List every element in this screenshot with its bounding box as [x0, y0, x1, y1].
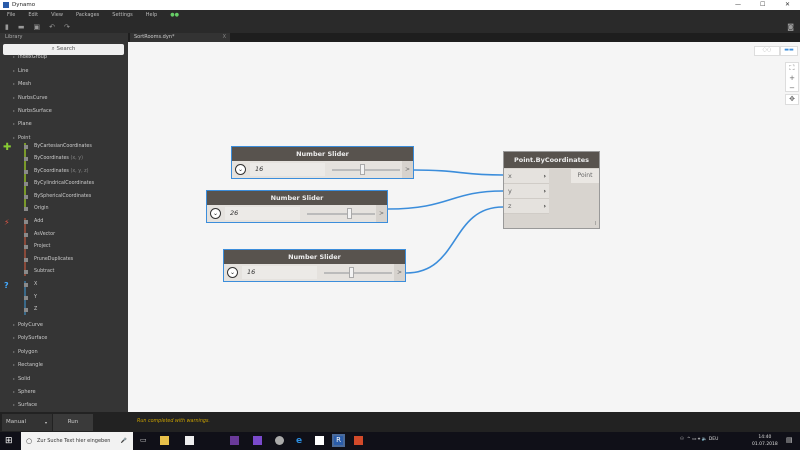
zoom-out-icon[interactable]: −	[786, 83, 798, 93]
expand-chevron-icon[interactable]: ⌄	[235, 164, 246, 175]
zoom-controls: ⛶+−	[785, 62, 799, 92]
clock[interactable]: 14:4001.07.2018	[752, 434, 778, 448]
windows-start-icon[interactable]: ⊞	[5, 436, 13, 446]
edge-icon[interactable]: e	[296, 436, 305, 445]
slider-track[interactable]	[307, 213, 375, 215]
language-indicator[interactable]: DEU	[709, 437, 719, 442]
file-explorer-icon[interactable]	[160, 436, 169, 445]
pan-icon[interactable]: ✥	[785, 94, 799, 105]
app-icon[interactable]	[230, 436, 239, 445]
input-port-y[interactable]: y›	[504, 184, 549, 199]
output-port[interactable]: >	[402, 161, 413, 178]
fit-view-icon[interactable]: ⛶	[786, 63, 798, 73]
notifications-icon[interactable]: ▤	[786, 436, 793, 444]
wire-y	[388, 191, 503, 209]
lacing-indicator: l	[595, 221, 596, 227]
output-port[interactable]: >	[376, 205, 387, 222]
visual-studio-icon[interactable]	[253, 436, 262, 445]
wire-x	[414, 170, 503, 175]
output-port[interactable]: >	[394, 264, 405, 281]
slider-value[interactable]: 16	[242, 266, 317, 279]
input-port-x[interactable]: x›	[504, 169, 549, 184]
node-title: Number Slider	[207, 191, 387, 205]
node-title: Number Slider	[224, 250, 405, 264]
run-button[interactable]: Run	[53, 414, 93, 431]
number-slider-node[interactable]: Number Slider ⌄ 26 >	[206, 190, 388, 223]
expand-chevron-icon[interactable]: ⌄	[210, 208, 221, 219]
input-port-z[interactable]: z›	[504, 199, 549, 214]
number-slider-node[interactable]: Number Slider ⌄ 16 >	[231, 146, 414, 179]
graph-view-toggle[interactable]: ▬▬	[780, 46, 798, 56]
wires	[0, 0, 800, 450]
app-icon[interactable]	[275, 436, 284, 445]
slider-value[interactable]: 16	[250, 163, 325, 176]
expand-chevron-icon[interactable]: ⌄	[227, 267, 238, 278]
powerpoint-icon[interactable]	[354, 436, 363, 445]
task-view-icon[interactable]: ▭	[140, 436, 149, 445]
run-bar	[0, 412, 800, 432]
slider-thumb[interactable]	[349, 267, 354, 278]
slider-thumb[interactable]	[347, 208, 352, 219]
slider-value[interactable]: 26	[225, 207, 300, 220]
slider-thumb[interactable]	[360, 164, 365, 175]
node-title: Number Slider	[232, 147, 413, 161]
geometry-view-toggle[interactable]: ◌◌	[754, 46, 780, 56]
slider-track[interactable]	[324, 272, 392, 274]
output-port-point[interactable]: Point	[571, 169, 599, 183]
number-slider-node[interactable]: Number Slider ⌄ 16 >	[223, 249, 406, 282]
app-icon[interactable]	[315, 436, 324, 445]
status-message: Run completed with warnings.	[137, 419, 210, 424]
run-mode-dropdown[interactable]: Manual▾	[2, 414, 52, 431]
system-tray[interactable]: ⚇ ^ ▭ ⌖ 🔈 DEU	[680, 436, 718, 442]
zoom-in-icon[interactable]: +	[786, 73, 798, 83]
node-title: Point.ByCoordinates	[504, 152, 599, 168]
point-bycoordinates-node[interactable]: Point.ByCoordinates x› y› z› Point l	[503, 151, 600, 229]
wire-z	[406, 207, 503, 273]
mail-icon[interactable]	[185, 436, 194, 445]
slider-track[interactable]	[332, 169, 400, 171]
revit-icon[interactable]: R	[334, 436, 343, 445]
taskbar-search-input[interactable]: ○Zur Suche Text hier eingeben🎤	[21, 432, 133, 450]
